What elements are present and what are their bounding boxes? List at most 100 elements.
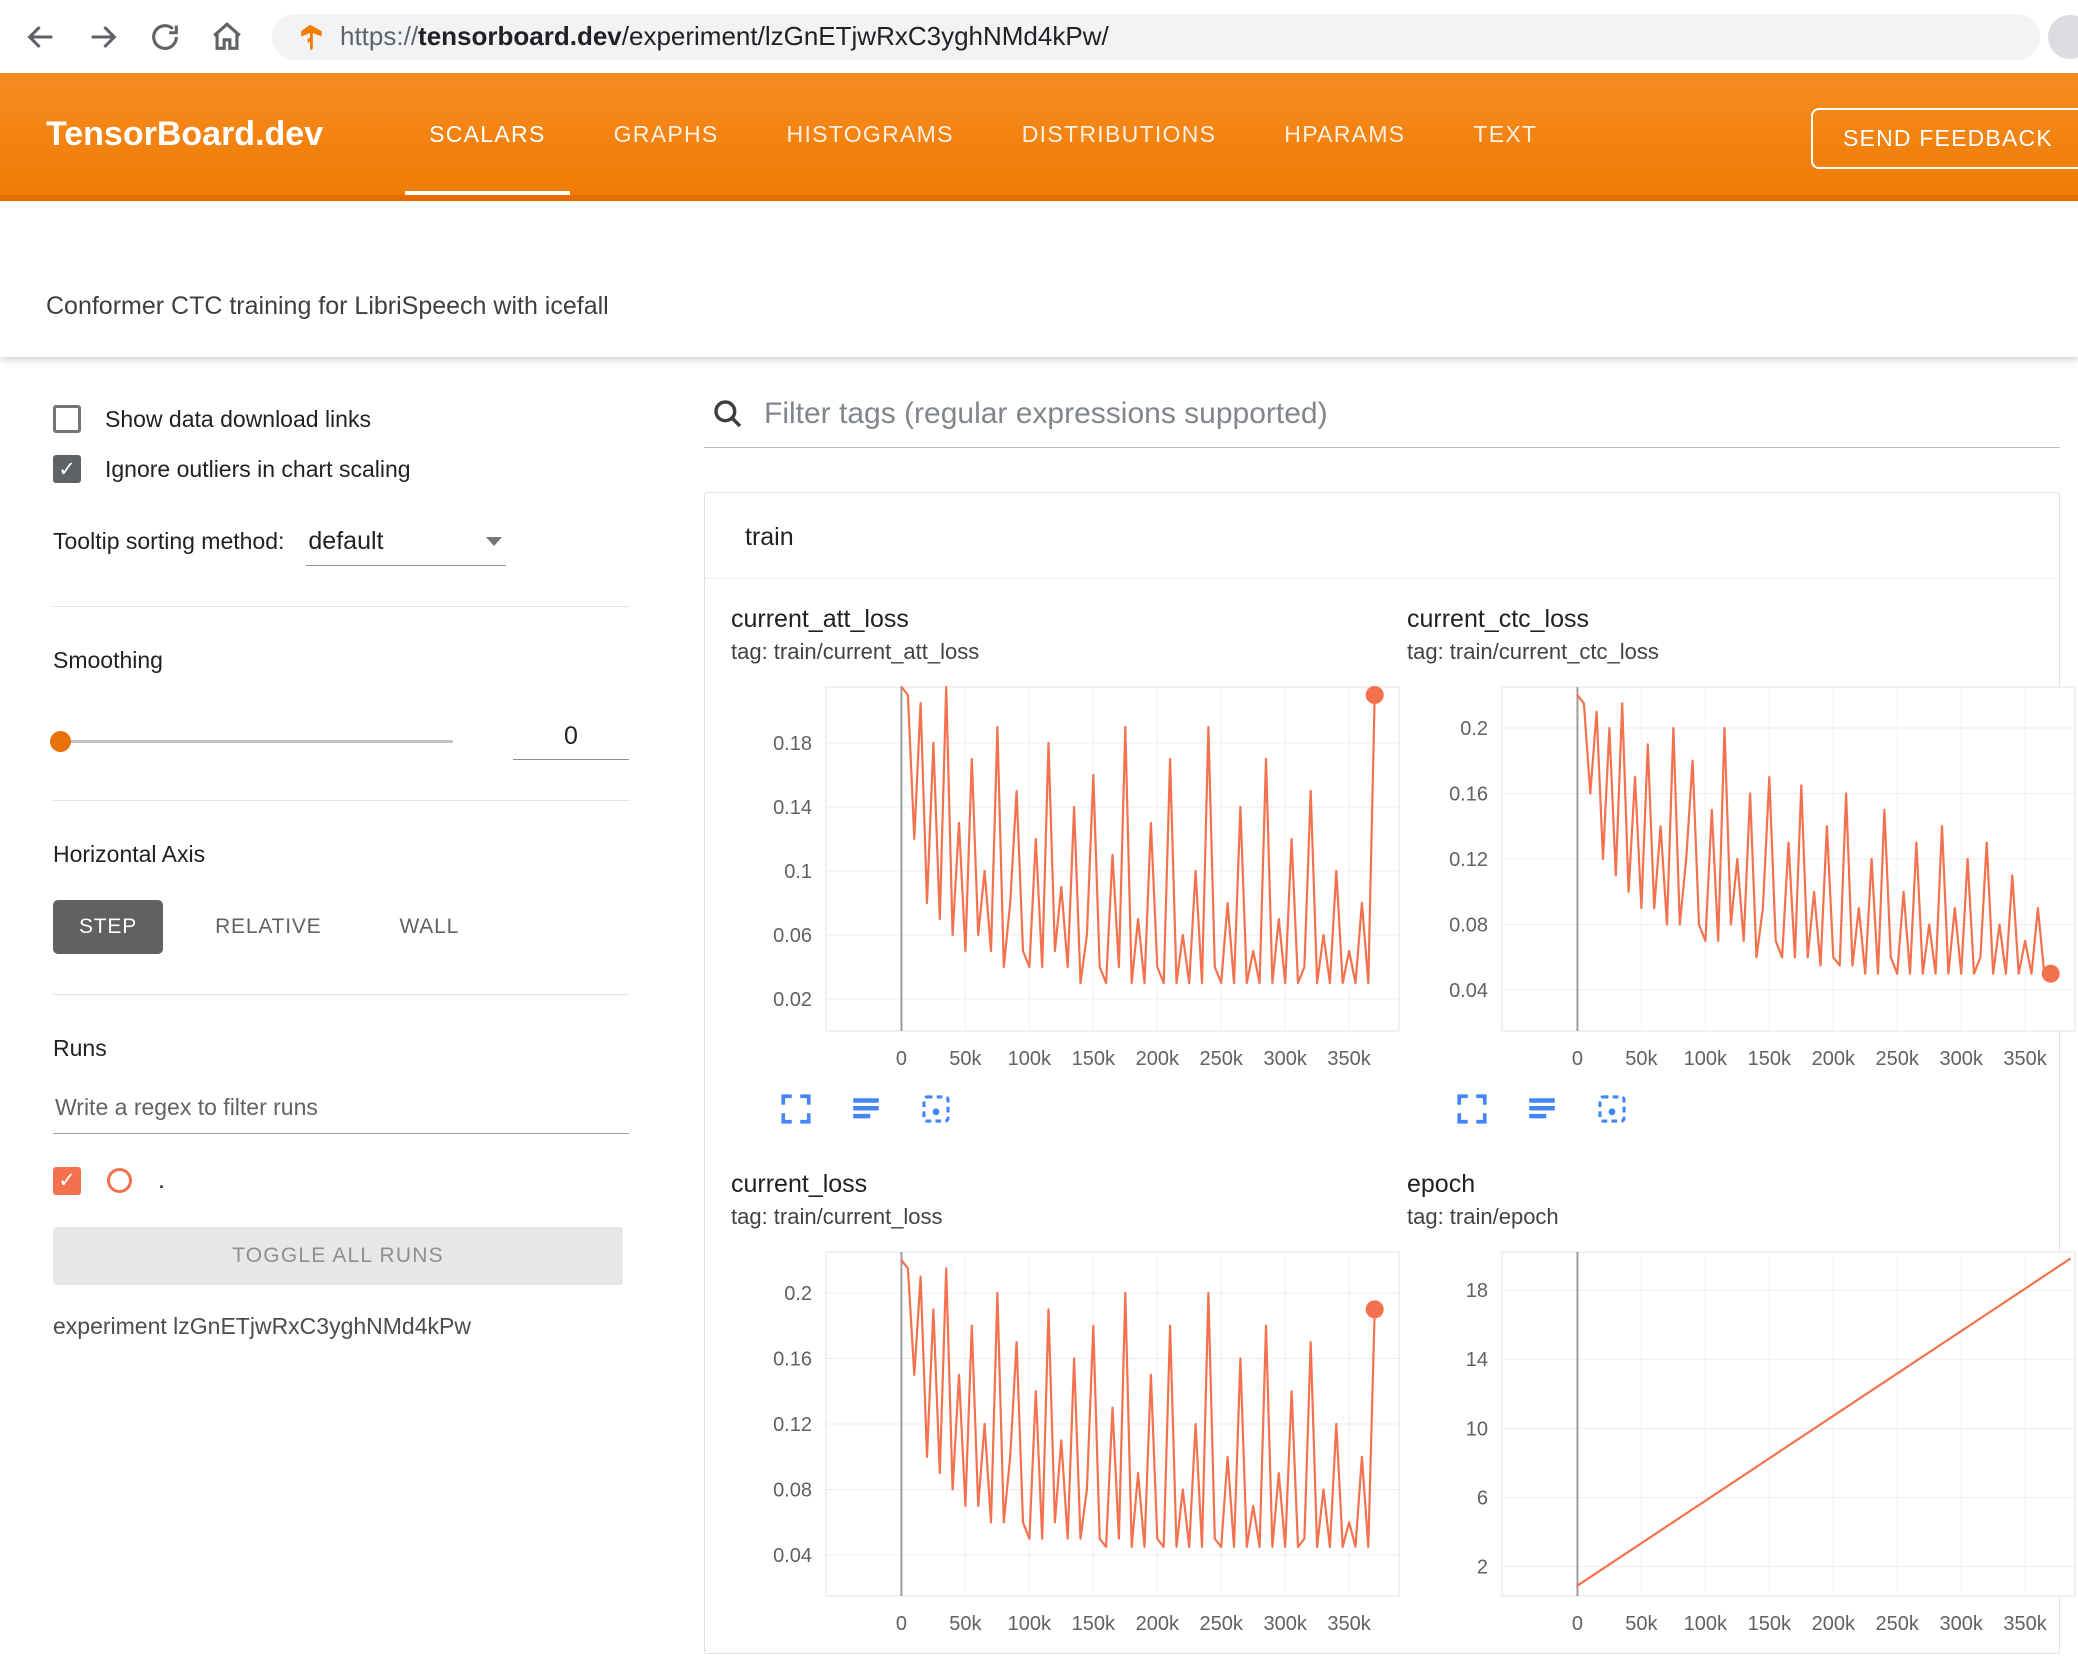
url-path: /experiment/lzGnETjwRxC3yghNMd4kPw/	[621, 21, 1109, 51]
browser-chrome: https://tensorboard.dev/experiment/lzGnE…	[0, 0, 2078, 73]
svg-text:300k: 300k	[1263, 1613, 1307, 1635]
line-chart[interactable]: 0 50k 100k 150k 200k 250k 300k 350k 0.04 0.08 0.12…	[731, 1246, 1407, 1653]
run-row: .	[53, 1166, 690, 1195]
runs-filter-input[interactable]	[53, 1086, 629, 1134]
svg-text:0.08: 0.08	[1449, 915, 1488, 937]
svg-text:50k: 50k	[1625, 1613, 1658, 1635]
svg-text:0: 0	[896, 1048, 907, 1070]
address-bar[interactable]: https://tensorboard.dev/experiment/lzGnE…	[272, 13, 2040, 60]
run-name: .	[158, 1166, 165, 1194]
line-chart[interactable]: 0 50k 100k 150k 200k 250k 300k 350k 2 6 10 14 18	[1407, 1246, 2078, 1653]
svg-text:300k: 300k	[1939, 1048, 1983, 1070]
svg-text:300k: 300k	[1263, 1048, 1307, 1070]
svg-text:200k: 200k	[1812, 1048, 1856, 1070]
send-feedback-button[interactable]: SEND FEEDBACK	[1811, 108, 2078, 169]
ignore-outliers-checkbox[interactable]	[53, 455, 81, 483]
run-checkbox[interactable]	[53, 1166, 81, 1195]
chart-tag: tag: train/epoch	[1407, 1204, 1559, 1229]
svg-text:250k: 250k	[1876, 1048, 1920, 1070]
smoothing-slider-thumb[interactable]	[50, 730, 71, 752]
axis-step-button[interactable]: STEP	[53, 900, 164, 954]
url-text: https://tensorboard.dev/experiment/lzGnE…	[340, 21, 1109, 52]
svg-text:0.18: 0.18	[773, 733, 812, 755]
svg-text:0.08: 0.08	[773, 1480, 812, 1502]
url-scheme: https://	[340, 21, 419, 51]
tab-scalars[interactable]: SCALARS	[395, 73, 579, 195]
svg-text:150k: 150k	[1072, 1613, 1116, 1635]
show-download-links-checkbox[interactable]	[53, 405, 81, 433]
svg-text:0.06: 0.06	[773, 925, 812, 947]
svg-text:0.1: 0.1	[784, 861, 812, 883]
tensorboard-favicon	[296, 23, 324, 51]
chart-current-att-loss: current_att_loss tag: train/current_att_…	[731, 605, 1407, 1126]
run-color-swatch[interactable]	[107, 1168, 132, 1193]
svg-text:100k: 100k	[1008, 1048, 1052, 1070]
fit-domain-icon[interactable]	[1595, 1092, 1629, 1126]
svg-text:50k: 50k	[949, 1048, 982, 1070]
svg-text:0.16: 0.16	[773, 1348, 812, 1370]
smoothing-value-field[interactable]: 0	[513, 722, 629, 760]
tab-hparams[interactable]: HPARAMS	[1250, 73, 1439, 195]
svg-text:50k: 50k	[1625, 1048, 1658, 1070]
svg-text:6: 6	[1477, 1487, 1488, 1509]
tab-graphs[interactable]: GRAPHS	[580, 73, 753, 195]
home-icon[interactable]	[210, 20, 244, 54]
axis-relative-button[interactable]: RELATIVE	[189, 900, 347, 954]
svg-text:0.2: 0.2	[1460, 718, 1488, 740]
svg-text:10: 10	[1466, 1418, 1488, 1440]
expand-chart-icon[interactable]	[1455, 1092, 1489, 1126]
chart-tag: tag: train/current_att_loss	[731, 639, 980, 664]
profile-avatar[interactable]	[2048, 15, 2078, 59]
svg-text:0.16: 0.16	[1449, 783, 1488, 805]
back-icon[interactable]	[24, 20, 58, 54]
tab-distributions[interactable]: DISTRIBUTIONS	[988, 73, 1251, 195]
svg-text:0.2: 0.2	[784, 1283, 812, 1305]
svg-text:350k: 350k	[1327, 1613, 1371, 1635]
expand-chart-icon[interactable]	[779, 1092, 813, 1126]
svg-text:18: 18	[1466, 1280, 1488, 1302]
forward-icon[interactable]	[86, 20, 120, 54]
train-section-card: train current_att_loss tag: train/curren…	[704, 492, 2076, 1654]
filter-tags-row	[704, 397, 2060, 448]
main-nav: SCALARS GRAPHS HISTOGRAMS DISTRIBUTIONS …	[395, 73, 1571, 195]
settings-sidebar: Show data download links Ignore outliers…	[0, 357, 690, 1660]
svg-text:0: 0	[1572, 1613, 1583, 1635]
ignore-outliers-row[interactable]: Ignore outliers in chart scaling	[53, 455, 690, 483]
experiment-id-label: experiment lzGnETjwRxC3yghNMd4kPw	[53, 1313, 471, 1339]
fit-domain-icon[interactable]	[919, 1092, 953, 1126]
axis-wall-button[interactable]: WALL	[373, 900, 485, 954]
svg-text:200k: 200k	[1136, 1048, 1180, 1070]
line-chart[interactable]: 0 50k 100k 150k 200k 250k 300k 350k 0.04 0.08 0.12…	[1407, 681, 2078, 1088]
svg-text:200k: 200k	[1136, 1613, 1180, 1635]
chart-tag: tag: train/current_ctc_loss	[1407, 639, 1659, 664]
toggle-all-runs-button[interactable]: TOGGLE ALL RUNS	[53, 1227, 623, 1285]
svg-text:350k: 350k	[2003, 1048, 2047, 1070]
tooltip-sorting-select[interactable]: default	[306, 527, 507, 566]
svg-text:0: 0	[1572, 1048, 1583, 1070]
tooltip-sorting-label: Tooltip sorting method:	[53, 528, 285, 554]
tab-histograms[interactable]: HISTOGRAMS	[753, 73, 988, 195]
svg-text:250k: 250k	[1200, 1613, 1244, 1635]
chart-title: current_att_loss	[731, 605, 909, 633]
chart-title: current_ctc_loss	[1407, 605, 1590, 633]
line-chart[interactable]: 0 50k 100k 150k 200k 250k 300k 350k 0.02 0.06 0.1 0…	[731, 681, 1407, 1088]
chart-tag: tag: train/current_loss	[731, 1204, 943, 1229]
section-title[interactable]: train	[705, 493, 2059, 579]
svg-text:250k: 250k	[1876, 1613, 1920, 1635]
tab-text[interactable]: TEXT	[1439, 73, 1571, 195]
refresh-icon[interactable]	[148, 20, 182, 54]
svg-text:350k: 350k	[2003, 1613, 2047, 1635]
data-lines-icon[interactable]	[849, 1092, 883, 1126]
filter-tags-input[interactable]	[764, 397, 2054, 431]
svg-text:350k: 350k	[1327, 1048, 1371, 1070]
smoothing-label: Smoothing	[53, 647, 163, 673]
app-header: TensorBoard.dev SCALARS GRAPHS HISTOGRAM…	[0, 73, 2078, 201]
svg-text:0.12: 0.12	[1449, 849, 1488, 871]
svg-text:0.04: 0.04	[773, 1545, 812, 1567]
show-download-links-row[interactable]: Show data download links	[53, 405, 690, 433]
svg-text:50k: 50k	[949, 1613, 982, 1635]
data-lines-icon[interactable]	[1525, 1092, 1559, 1126]
svg-text:0.12: 0.12	[773, 1414, 812, 1436]
smoothing-slider[interactable]	[50, 730, 453, 752]
svg-text:300k: 300k	[1939, 1613, 1983, 1635]
